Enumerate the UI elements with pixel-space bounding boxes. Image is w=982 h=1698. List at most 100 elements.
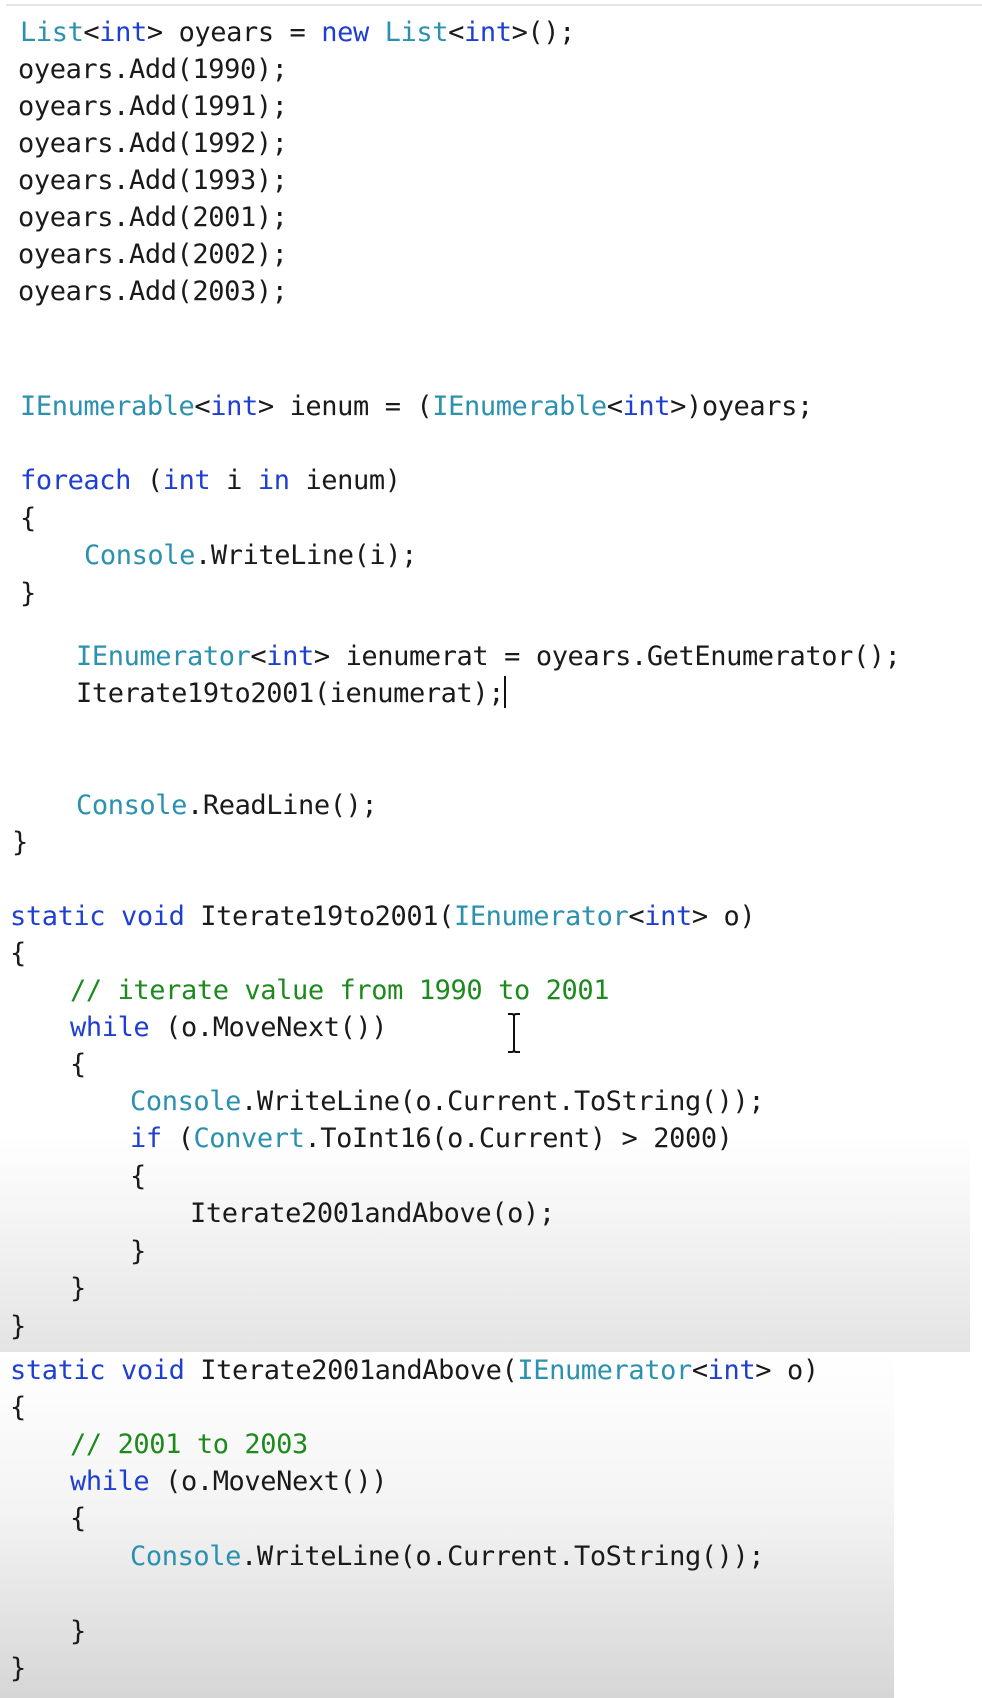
code-token: {	[70, 1503, 86, 1534]
code-token: (o.MoveNext())	[149, 1466, 388, 1497]
keyword-token: void	[121, 901, 185, 932]
code-line[interactable]: {	[70, 1046, 86, 1084]
code-token: > oyears =	[146, 17, 322, 48]
code-token: >)oyears;	[670, 391, 813, 422]
keyword-token: int	[162, 465, 211, 496]
code-line[interactable]: static void Iterate19to2001(IEnumerator<…	[10, 898, 756, 936]
code-token: }	[70, 1616, 86, 1647]
code-token: (o.MoveNext())	[149, 1012, 388, 1043]
type-token: Console	[76, 790, 187, 821]
code-line[interactable]: }	[130, 1233, 146, 1271]
code-editor[interactable]: List<int> oyears = new List<int>(); oyea…	[0, 0, 982, 1698]
type-token: Console	[130, 1541, 241, 1572]
code-panel-iterate19to2001[interactable]: static void Iterate19to2001(IEnumerator<…	[0, 870, 970, 1352]
code-panel-iterate2001andabove[interactable]: static void Iterate2001andAbove(IEnumera…	[0, 1352, 894, 1698]
type-token: IEnumerator	[453, 901, 629, 932]
code-line[interactable]: {	[130, 1158, 146, 1196]
code-token: <	[628, 901, 645, 932]
code-token: <	[606, 391, 623, 422]
keyword-token: int	[210, 391, 258, 422]
code-line[interactable]: }	[12, 824, 28, 862]
code-line[interactable]: // iterate value from 1990 to 2001	[70, 972, 609, 1010]
code-token: oyears.Add(1990);	[18, 54, 288, 85]
code-token: {	[10, 1392, 26, 1423]
code-line[interactable]: // 2001 to 2003	[70, 1426, 308, 1464]
type-token: IEnumerable	[20, 391, 195, 422]
text-ibeam-icon	[506, 1012, 522, 1054]
code-line[interactable]: static void Iterate2001andAbove(IEnumera…	[10, 1352, 819, 1390]
code-line[interactable]: List<int> oyears = new List<int>();	[20, 14, 575, 52]
keyword-token: static	[10, 1355, 106, 1386]
code-token: oyears.Add(1991);	[18, 91, 288, 122]
code-line[interactable]: if (Convert.ToInt16(o.Current) > 2000)	[130, 1120, 733, 1158]
code-line[interactable]: while (o.MoveNext())	[70, 1463, 388, 1501]
code-token: <	[250, 641, 267, 672]
keyword-token: static	[10, 901, 106, 932]
code-line[interactable]: oyears.Add(1990);	[18, 51, 288, 89]
code-line[interactable]: oyears.Add(1992);	[18, 125, 288, 163]
code-line[interactable]: {	[10, 935, 26, 973]
code-token: oyears.Add(1993);	[18, 165, 288, 196]
code-line[interactable]: }	[70, 1613, 86, 1651]
code-token: }	[130, 1236, 146, 1267]
code-line[interactable]: }	[20, 575, 36, 613]
text-caret	[504, 676, 507, 708]
code-line[interactable]: Console.WriteLine(o.Current.ToString());	[130, 1538, 765, 1576]
code-token: Iterate2001andAbove(	[184, 1355, 518, 1386]
code-token: > o)	[691, 901, 756, 932]
code-token: {	[130, 1161, 146, 1192]
code-line[interactable]: oyears.Add(1993);	[18, 162, 288, 200]
type-token: Console	[84, 540, 195, 571]
code-token: {	[10, 938, 26, 969]
code-line[interactable]: oyears.Add(1991);	[18, 88, 288, 126]
comment-token: // 2001 to 2003	[70, 1429, 308, 1460]
code-line[interactable]: Console.WriteLine(i);	[84, 537, 417, 575]
code-line[interactable]: }	[70, 1270, 86, 1308]
code-token: }	[70, 1273, 86, 1304]
code-token: .WriteLine(o.Current.ToString());	[241, 1086, 765, 1117]
code-token: > o)	[755, 1355, 819, 1386]
code-line[interactable]: Console.ReadLine();	[76, 787, 378, 825]
type-token: List	[20, 17, 84, 48]
keyword-token: while	[70, 1466, 150, 1497]
code-line[interactable]: Iterate19to2001(ienumerat);	[76, 675, 507, 713]
keyword-token: void	[121, 1355, 185, 1386]
code-line[interactable]: while (o.MoveNext())	[70, 1009, 388, 1047]
code-line[interactable]: oyears.Add(2001);	[18, 199, 288, 237]
type-token: IEnumerator	[76, 641, 251, 672]
code-token: (	[131, 465, 163, 496]
code-line[interactable]: foreach (int i in ienum)	[20, 462, 401, 500]
code-line[interactable]: {	[20, 500, 36, 538]
code-token: > ienum = (	[257, 391, 433, 422]
type-token: Convert	[193, 1123, 305, 1154]
code-token: oyears.Add(1992);	[18, 128, 288, 159]
code-line[interactable]: {	[10, 1389, 26, 1427]
code-line[interactable]: }	[10, 1308, 26, 1346]
code-line[interactable]: Console.WriteLine(o.Current.ToString());	[130, 1083, 765, 1121]
code-token: ienum)	[289, 465, 401, 496]
code-token: <	[691, 1355, 708, 1386]
code-token: Iterate19to2001(	[184, 901, 454, 932]
keyword-token: in	[257, 465, 290, 496]
code-line[interactable]: Iterate2001andAbove(o);	[190, 1195, 555, 1233]
keyword-token: int	[707, 1355, 756, 1386]
code-token: .WriteLine(i);	[195, 540, 417, 571]
code-line[interactable]: oyears.Add(2002);	[18, 236, 288, 274]
keyword-token: int	[99, 17, 147, 48]
type-token: List	[384, 17, 449, 48]
code-line[interactable]: oyears.Add(2003);	[18, 273, 288, 311]
keyword-token: int	[464, 17, 512, 48]
code-line[interactable]: IEnumerator<int> ienumerat = oyears.GetE…	[76, 638, 901, 676]
code-token: oyears.Add(2001);	[18, 202, 288, 233]
code-panel-main[interactable]: List<int> oyears = new List<int>(); oyea…	[6, 4, 982, 872]
code-token: .WriteLine(o.Current.ToString());	[241, 1541, 765, 1572]
code-token: .ReadLine();	[187, 790, 378, 821]
code-line[interactable]: {	[70, 1500, 86, 1538]
code-token: (	[161, 1123, 194, 1154]
type-token: IEnumerator	[517, 1355, 692, 1386]
code-line[interactable]: IEnumerable<int> ienum = (IEnumerable<in…	[20, 388, 813, 426]
code-token: }	[10, 1311, 26, 1342]
code-token: > ienumerat = oyears.GetEnumerator();	[313, 641, 901, 672]
code-line[interactable]: }	[10, 1650, 26, 1688]
